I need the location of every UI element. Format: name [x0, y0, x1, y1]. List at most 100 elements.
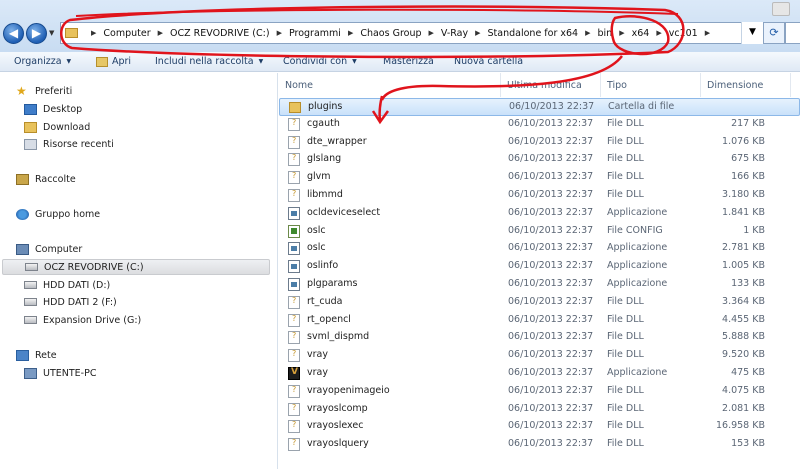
vray-icon — [288, 366, 300, 380]
nav-label: Gruppo home — [35, 208, 101, 220]
file-row[interactable]: plugins 06/10/2013 22:37 Cartella di file — [279, 98, 800, 116]
file-name: vrayopenimageio — [307, 384, 390, 396]
nav-computer[interactable]: Computer — [16, 241, 82, 257]
file-row[interactable]: oslc 06/10/2013 22:37 Applicazione 2.781 KB — [279, 240, 800, 258]
column-label: Dimensione — [707, 79, 764, 91]
file-size: 16.958 KB — [715, 420, 765, 432]
column-label: Nome — [285, 79, 314, 91]
file-row[interactable]: svml_dispmd 06/10/2013 22:37 File DLL 5.888… — [279, 329, 800, 347]
file-row[interactable]: libmmd 06/10/2013 22:37 File DLL 3.180 KB — [279, 187, 800, 205]
chevron-right-icon[interactable]: ▶ — [158, 29, 163, 37]
file-row[interactable]: cgauth 06/10/2013 22:37 File DLL 217 KB — [279, 116, 800, 134]
chevron-right-icon[interactable]: ▶ — [429, 29, 434, 37]
file-date: 06/10/2013 22:37 — [509, 101, 595, 112]
chevron-right-icon[interactable]: ▶ — [348, 29, 353, 37]
file-type: File CONFIG — [607, 224, 663, 236]
caret-down-icon: ▼ — [66, 58, 72, 65]
breadcrumb-item[interactable]: Programmi — [289, 28, 341, 39]
breadcrumb-item[interactable]: OCZ REVODRIVE (C:) — [170, 28, 270, 39]
chevron-right-icon[interactable]: ▶ — [91, 29, 96, 37]
include-in-library-button[interactable]: Includi nella raccolta ▼ — [155, 56, 263, 67]
homegroup-icon — [16, 208, 29, 220]
nav-label: Risorse recenti — [43, 138, 114, 150]
file-type: Applicazione — [607, 206, 668, 218]
nav-recent[interactable]: Risorse recenti — [24, 136, 114, 152]
file-row[interactable]: vrayopenimageio 06/10/2013 22:37 File DLL 4… — [279, 383, 800, 401]
include-label: Includi nella raccolta — [155, 56, 254, 67]
column-header-type[interactable]: Tipo — [601, 73, 701, 97]
file-row[interactable]: ocldeviceselect 06/10/2013 22:37 Applicazi… — [279, 205, 800, 223]
organize-button[interactable]: Organizza ▼ — [14, 56, 71, 67]
file-row[interactable]: vrayoslcomp 06/10/2013 22:37 File DLL 2.081… — [279, 401, 800, 419]
nav-label: Rete — [35, 349, 57, 361]
file-row[interactable]: glslang 06/10/2013 22:37 File DLL 675 KB — [279, 151, 800, 169]
chevron-right-icon[interactable]: ▶ — [585, 29, 590, 37]
chevron-right-icon[interactable]: ▶ — [277, 29, 282, 37]
file-size: 133 KB — [731, 277, 765, 289]
breadcrumb-item[interactable]: x64 — [632, 28, 650, 39]
file-size: 1.076 KB — [722, 135, 765, 147]
file-date: 06/10/2013 22:37 — [508, 277, 594, 289]
file-row[interactable]: oslc 06/10/2013 22:37 File CONFIG 1 KB — [279, 223, 800, 241]
file-type: File DLL — [607, 349, 644, 361]
nav-network[interactable]: Rete — [16, 347, 57, 363]
file-row[interactable]: vrayoslexec 06/10/2013 22:37 File DLL 16.95… — [279, 418, 800, 436]
config-icon — [288, 224, 300, 238]
burn-label: Masterizza — [383, 56, 434, 67]
address-dropdown-icon[interactable]: ▼ — [741, 22, 763, 44]
refresh-button[interactable]: ⟳ — [763, 22, 785, 44]
file-row[interactable]: glvm 06/10/2013 22:37 File DLL 166 KB — [279, 169, 800, 187]
file-row[interactable]: plgparams 06/10/2013 22:37 Applicazione 133… — [279, 276, 800, 294]
column-header-name[interactable]: Nome — [279, 73, 501, 97]
breadcrumb-item[interactable]: V-Ray — [441, 28, 468, 39]
file-name: vray — [307, 349, 328, 361]
chevron-right-icon[interactable]: ▶ — [475, 29, 480, 37]
breadcrumb-item[interactable]: Standalone for x64 — [488, 28, 579, 39]
burn-button[interactable]: Masterizza — [383, 56, 434, 67]
forward-button[interactable]: ▶ — [26, 23, 47, 44]
chevron-right-icon[interactable]: ▶ — [619, 29, 624, 37]
chevron-right-icon[interactable]: ▶ — [705, 29, 710, 37]
file-size: 4.455 KB — [722, 313, 765, 325]
column-header-size[interactable]: Dimensione — [701, 73, 791, 97]
file-name: vrayoslcomp — [307, 402, 368, 414]
breadcrumb[interactable]: ▶ Computer ▶ OCZ REVODRIVE (C:) ▶ Programmi ▶… — [60, 22, 762, 44]
nav-drive-c[interactable]: OCZ REVODRIVE (C:) — [2, 259, 270, 275]
chevron-right-icon[interactable]: ▶ — [656, 29, 661, 37]
hard-drive-icon — [24, 298, 37, 306]
file-date: 06/10/2013 22:37 — [508, 224, 594, 236]
file-name: vrayoslquery — [307, 438, 369, 450]
breadcrumb-item[interactable]: Chaos Group — [360, 28, 421, 39]
file-row[interactable]: rt_opencl 06/10/2013 22:37 File DLL 4.455 K… — [279, 312, 800, 330]
open-button[interactable]: Apri — [96, 56, 131, 67]
new-folder-button[interactable]: Nuova cartella — [454, 56, 523, 67]
nav-label: Preferiti — [35, 85, 73, 97]
nav-libraries[interactable]: Raccolte — [16, 171, 76, 187]
breadcrumb-item[interactable]: bin — [598, 28, 613, 39]
window-control-button[interactable] — [772, 2, 790, 16]
nav-homegroup[interactable]: Gruppo home — [16, 206, 100, 222]
column-header-modified[interactable]: Ultima modifica — [501, 73, 601, 97]
nav-drive-g[interactable]: Expansion Drive (G:) — [24, 312, 141, 328]
search-input[interactable] — [785, 22, 800, 44]
file-row[interactable]: vray 06/10/2013 22:37 File DLL 9.520 KB — [279, 347, 800, 365]
file-row[interactable]: oslinfo 06/10/2013 22:37 Applicazione 1.005… — [279, 258, 800, 276]
breadcrumb-item[interactable]: Computer — [103, 28, 150, 39]
file-size: 4.075 KB — [722, 384, 765, 396]
nav-favorites[interactable]: ★ Preferiti — [16, 83, 72, 99]
file-row[interactable]: dte_wrapper 06/10/2013 22:37 File DLL 1.076… — [279, 134, 800, 152]
share-with-button[interactable]: Condividi con ▼ — [283, 56, 357, 67]
file-row[interactable]: vray 06/10/2013 22:37 Applicazione 475 KB — [279, 365, 800, 383]
file-date: 06/10/2013 22:37 — [508, 420, 594, 432]
nav-desktop[interactable]: Desktop — [24, 101, 82, 117]
history-dropdown-icon[interactable]: ▼ — [49, 29, 54, 37]
nav-download[interactable]: Download — [24, 119, 90, 135]
file-name: oslc — [307, 224, 326, 236]
nav-pc[interactable]: UTENTE-PC — [24, 365, 96, 381]
back-button[interactable]: ◀ — [3, 23, 24, 44]
file-row[interactable]: rt_cuda 06/10/2013 22:37 File DLL 3.364 KB — [279, 294, 800, 312]
nav-drive-d[interactable]: HDD DATI (D:) — [24, 277, 110, 293]
file-row[interactable]: vrayoslquery 06/10/2013 22:37 File DLL 153 … — [279, 436, 800, 454]
breadcrumb-item[interactable]: vc101 — [669, 28, 698, 39]
nav-drive-f[interactable]: HDD DATI 2 (F:) — [24, 294, 117, 310]
